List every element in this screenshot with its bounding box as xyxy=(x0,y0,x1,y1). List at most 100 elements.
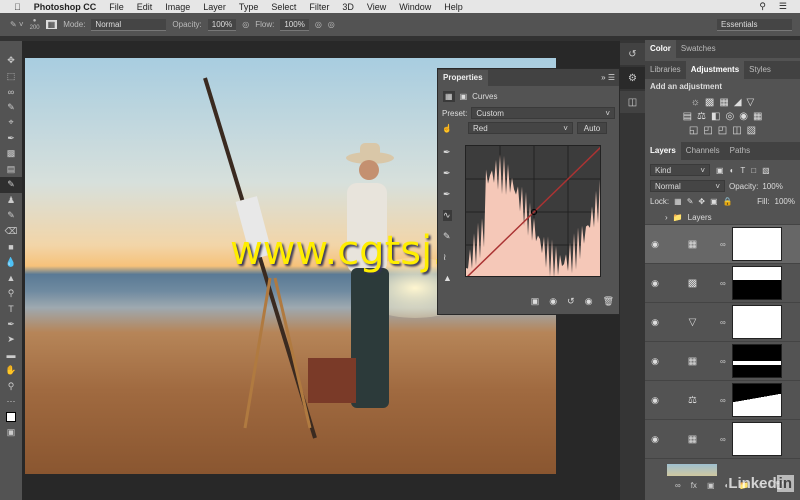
type-tool-icon[interactable]: T xyxy=(0,301,22,317)
curves-adjustment-icon[interactable]: ▦ xyxy=(443,91,455,102)
layer-opacity-field[interactable]: 100% xyxy=(762,182,782,191)
visibility-eye-icon[interactable]: ◉ xyxy=(645,356,665,367)
color-swatches-icon[interactable] xyxy=(0,410,22,426)
mask-link-icon[interactable]: ∞ xyxy=(720,396,732,405)
mask-link-icon[interactable]: ∞ xyxy=(720,240,732,249)
color-balance-layer-icon[interactable]: ⚖ xyxy=(665,395,720,406)
brush-tool-icon[interactable]: ✎ ˅ xyxy=(10,20,24,29)
layer-row[interactable]: ◉ ▩ ∞ xyxy=(645,264,800,303)
curves-layer-icon[interactable]: ▦ xyxy=(665,434,720,445)
filter-shape-icon[interactable]: □ xyxy=(751,166,756,175)
color-balance-icon[interactable]: ⚖ xyxy=(697,111,706,122)
layer-row[interactable]: ◉ ⚖ ∞ xyxy=(645,381,800,420)
layer-mask-thumb[interactable] xyxy=(732,227,782,261)
libraries-icon[interactable]: ◫ xyxy=(620,91,645,113)
marquee-tool-icon[interactable]: ⬚ xyxy=(0,69,22,85)
layer-row[interactable]: ◉ ▽ ∞ xyxy=(645,303,800,342)
menu-view[interactable]: View xyxy=(367,2,386,12)
apple-icon[interactable]:  xyxy=(14,2,21,12)
collapse-icon[interactable]: » ☰ xyxy=(601,73,615,82)
more-tools-icon[interactable]: ⋯ xyxy=(0,394,22,410)
clipping-warning-icon[interactable]: ▲ xyxy=(443,273,452,283)
visibility-eye-icon[interactable]: ◉ xyxy=(645,434,665,445)
filter-type-icon[interactable]: T xyxy=(740,166,745,175)
properties-tab[interactable]: Properties xyxy=(438,69,488,86)
layer-mask-thumb[interactable] xyxy=(732,383,782,417)
levels-icon[interactable]: ▩ xyxy=(705,97,714,108)
posterize-icon[interactable]: ◰ xyxy=(703,125,712,136)
filter-smart-icon[interactable]: ▧ xyxy=(762,166,770,175)
black-white-icon[interactable]: ◧ xyxy=(711,111,720,122)
vibrance-icon[interactable]: ▽ xyxy=(747,97,755,108)
shape-tool-icon[interactable]: ▬ xyxy=(0,348,22,364)
eyedropper-tool-icon[interactable]: ✒ xyxy=(0,131,22,147)
view-previous-icon[interactable]: ◉ xyxy=(549,296,557,307)
lock-all-icon[interactable]: 🔒 xyxy=(723,197,733,206)
visibility-eye-icon[interactable]: ◉ xyxy=(645,278,665,289)
crop-tool-icon[interactable]: ⌖ xyxy=(0,115,22,131)
patch-tool-icon[interactable]: ▤ xyxy=(0,162,22,178)
curve-point-tool-icon[interactable]: ∿ xyxy=(443,210,452,221)
eraser-tool-icon[interactable]: ⌫ xyxy=(0,224,22,240)
mask-icon[interactable]: ▣ xyxy=(460,92,468,101)
pen-tool-icon[interactable]: ✒ xyxy=(0,317,22,333)
opacity-field[interactable]: 100% xyxy=(207,18,237,31)
sharpen-tool-icon[interactable]: ▲ xyxy=(0,270,22,286)
quick-mask-icon[interactable]: ▣ xyxy=(0,425,22,441)
photo-filter-icon[interactable]: ◎ xyxy=(725,111,734,122)
channel-select[interactable]: Red ˅ xyxy=(467,122,573,134)
history-icon[interactable]: ↺ xyxy=(620,43,645,65)
visibility-icon[interactable]: ◉ xyxy=(585,296,593,307)
mask-link-icon[interactable]: ∞ xyxy=(720,435,732,444)
tab-color[interactable]: Color xyxy=(645,40,676,58)
dodge-tool-icon[interactable]: ⚲ xyxy=(0,286,22,302)
brightness-icon[interactable]: ☼ xyxy=(691,97,700,108)
layer-mask-thumb[interactable] xyxy=(732,344,782,378)
mask-link-icon[interactable]: ∞ xyxy=(720,279,732,288)
reset-icon[interactable]: ↺ xyxy=(567,296,575,307)
visibility-eye-icon[interactable]: ◉ xyxy=(645,395,665,406)
targeted-adjust-icon[interactable]: ☝ xyxy=(442,124,452,133)
mask-link-icon[interactable]: ∞ xyxy=(720,318,732,327)
add-mask-icon[interactable]: ▣ xyxy=(707,481,715,490)
pencil-tool-icon[interactable]: ✎ xyxy=(443,231,452,242)
curves-icon[interactable]: ▦ xyxy=(719,97,728,108)
stamp-tool-icon[interactable]: ♟ xyxy=(0,193,22,209)
black-point-eyedropper-icon[interactable]: ✒ xyxy=(443,147,452,158)
clip-to-layer-icon[interactable]: ▣ xyxy=(531,296,540,307)
white-point-eyedropper-icon[interactable]: ✒ xyxy=(443,189,452,200)
menu-image[interactable]: Image xyxy=(165,2,190,12)
layer-row[interactable]: ◉ ▦ ∞ xyxy=(645,420,800,459)
menu-layer[interactable]: Layer xyxy=(203,2,226,12)
move-tool-icon[interactable]: ✥ xyxy=(0,53,22,69)
selective-color-icon[interactable]: ◫ xyxy=(732,125,741,136)
curves-layer-icon[interactable]: ▦ xyxy=(665,239,720,250)
invert-icon[interactable]: ◱ xyxy=(689,125,698,136)
tab-adjustments[interactable]: Adjustments xyxy=(685,61,745,79)
visibility-eye-icon[interactable]: ◉ xyxy=(645,317,665,328)
layer-row[interactable]: ◉ ▦ ∞ xyxy=(645,225,800,264)
menu-filter[interactable]: Filter xyxy=(309,2,329,12)
mode-select[interactable]: Normal xyxy=(91,18,167,31)
triangle-invert-layer-icon[interactable]: ▽ xyxy=(665,317,720,328)
zoom-tool-icon[interactable]: ⚲ xyxy=(0,379,22,395)
tab-swatches[interactable]: Swatches xyxy=(676,40,721,58)
lock-transparent-icon[interactable]: ▦ xyxy=(674,197,682,206)
tab-layers[interactable]: Layers xyxy=(645,142,681,160)
menu-edit[interactable]: Edit xyxy=(137,2,153,12)
curves-layer-icon[interactable]: ▦ xyxy=(665,356,720,367)
filter-adjustment-icon[interactable]: ◐ xyxy=(730,166,735,175)
brush-preset[interactable]: ● 200 xyxy=(30,18,40,32)
pressure-opacity-icon[interactable]: ◎ xyxy=(242,20,249,29)
smooth-icon[interactable]: ≀ xyxy=(443,252,452,263)
gray-point-eyedropper-icon[interactable]: ✒ xyxy=(443,168,452,179)
tab-libraries[interactable]: Libraries xyxy=(645,61,686,79)
list-icon[interactable]: ☰ xyxy=(779,1,787,12)
channel-mixer-icon[interactable]: ◉ xyxy=(739,111,748,122)
menu-3d[interactable]: 3D xyxy=(342,2,354,12)
exposure-icon[interactable]: ◢ xyxy=(734,97,742,108)
airbrush-icon[interactable]: ◎ xyxy=(315,20,322,29)
fx-icon[interactable]: fx xyxy=(691,481,697,490)
layer-group[interactable]: › 📁 Layers xyxy=(645,211,800,225)
menu-window[interactable]: Window xyxy=(399,2,431,12)
